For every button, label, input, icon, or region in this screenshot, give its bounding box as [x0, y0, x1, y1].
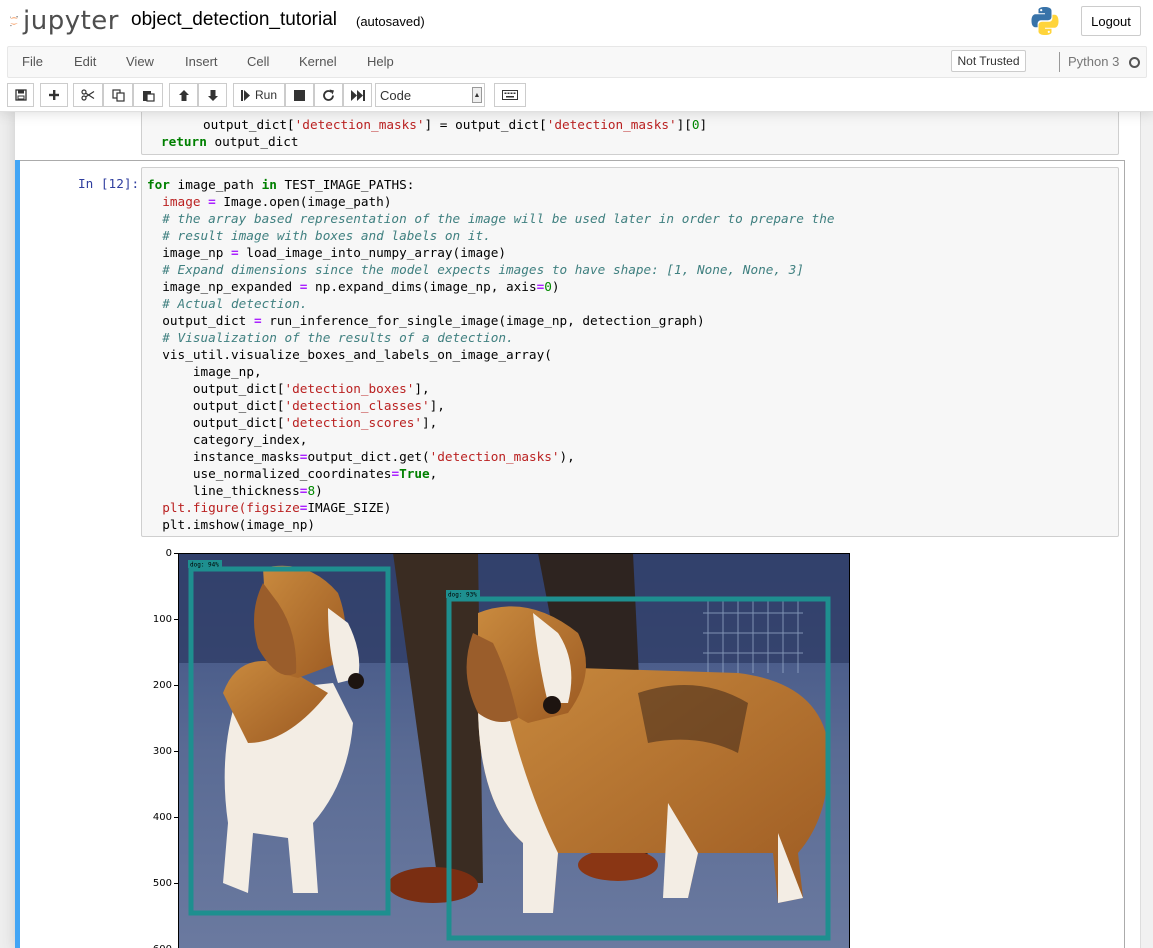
y-tick-label: 200 — [152, 680, 172, 691]
y-tick-label: 0 — [165, 548, 172, 559]
detection-label: dog: 94% — [190, 562, 219, 569]
menu-edit[interactable]: Edit — [74, 54, 96, 69]
menu-help[interactable]: Help — [367, 54, 394, 69]
y-tick-label: 500 — [152, 878, 172, 889]
prev-cell-input[interactable]: output_dict['detection_masks'] = output_… — [141, 112, 1119, 155]
keyboard-icon — [502, 90, 518, 100]
fast-forward-icon — [350, 89, 365, 101]
run-all-button[interactable] — [343, 83, 372, 107]
menu-cell[interactable]: Cell — [247, 54, 269, 69]
insert-cell-button[interactable] — [40, 83, 68, 107]
menu-view[interactable]: View — [126, 54, 154, 69]
stop-icon — [294, 89, 305, 101]
jupyter-logo-icon — [10, 15, 18, 27]
copy-button[interactable] — [103, 83, 133, 107]
copy-icon — [111, 88, 125, 102]
scrollbar[interactable] — [1140, 112, 1153, 948]
command-palette-button[interactable] — [494, 83, 526, 107]
chevron-down-icon: ▲ — [472, 87, 482, 103]
notebook-area: output_dict['detection_masks'] = output_… — [0, 112, 1153, 948]
arrow-up-icon — [178, 89, 189, 101]
header: jupyter object_detection_tutorial (autos… — [0, 0, 1153, 112]
run-icon — [240, 89, 250, 101]
kernel-name: Python 3 — [1068, 54, 1120, 69]
menu-file[interactable]: File — [22, 54, 43, 69]
cell-type-select[interactable]: Code ▲ — [375, 83, 485, 107]
run-button[interactable]: Run — [233, 83, 285, 107]
jupyter-logo[interactable]: jupyter — [9, 6, 119, 36]
cell-input[interactable]: for image_path in TEST_IMAGE_PATHS: imag… — [141, 167, 1119, 537]
logo-text: jupyter — [23, 6, 119, 36]
detection-image: dog: 94% dog: 93% — [178, 553, 850, 948]
save-button[interactable] — [7, 83, 34, 107]
plus-icon — [49, 90, 59, 100]
logout-button[interactable]: Logout — [1081, 6, 1141, 36]
y-axis-ticks — [174, 553, 178, 884]
prev-cell-code: output_dict['detection_masks'] = output_… — [161, 117, 708, 149]
y-tick-label: 300 — [152, 746, 172, 757]
trust-button[interactable]: Not Trusted — [951, 50, 1026, 72]
cell-type-value: Code — [380, 87, 412, 103]
cut-button[interactable] — [73, 83, 103, 107]
save-status: (autosaved) — [356, 14, 425, 29]
selection-bar — [15, 160, 20, 948]
kernel-idle-icon — [1129, 57, 1140, 68]
paste-icon — [142, 90, 155, 102]
y-tick-label: 600 — [138, 944, 172, 948]
interrupt-button[interactable] — [285, 83, 314, 107]
arrow-down-icon — [207, 89, 218, 101]
input-prompt: In [12]: — [78, 176, 140, 191]
run-label: Run — [254, 88, 277, 102]
restart-icon — [323, 89, 334, 101]
kernel-separator — [1059, 52, 1060, 72]
cell-code: for image_path in TEST_IMAGE_PATHS: imag… — [147, 177, 835, 532]
python-logo-icon — [1031, 7, 1059, 35]
move-down-button[interactable] — [198, 83, 227, 107]
y-tick-label: 100 — [152, 614, 172, 625]
save-icon — [14, 89, 27, 101]
notebook-name[interactable]: object_detection_tutorial — [131, 9, 337, 31]
restart-button[interactable] — [314, 83, 343, 107]
detection-label: dog: 93% — [448, 592, 477, 599]
y-tick-label: 400 — [152, 812, 172, 823]
move-up-button[interactable] — [169, 83, 198, 107]
paste-button[interactable] — [133, 83, 163, 107]
menu-kernel[interactable]: Kernel — [299, 54, 337, 69]
menu-insert[interactable]: Insert — [185, 54, 218, 69]
cut-icon — [81, 89, 95, 101]
